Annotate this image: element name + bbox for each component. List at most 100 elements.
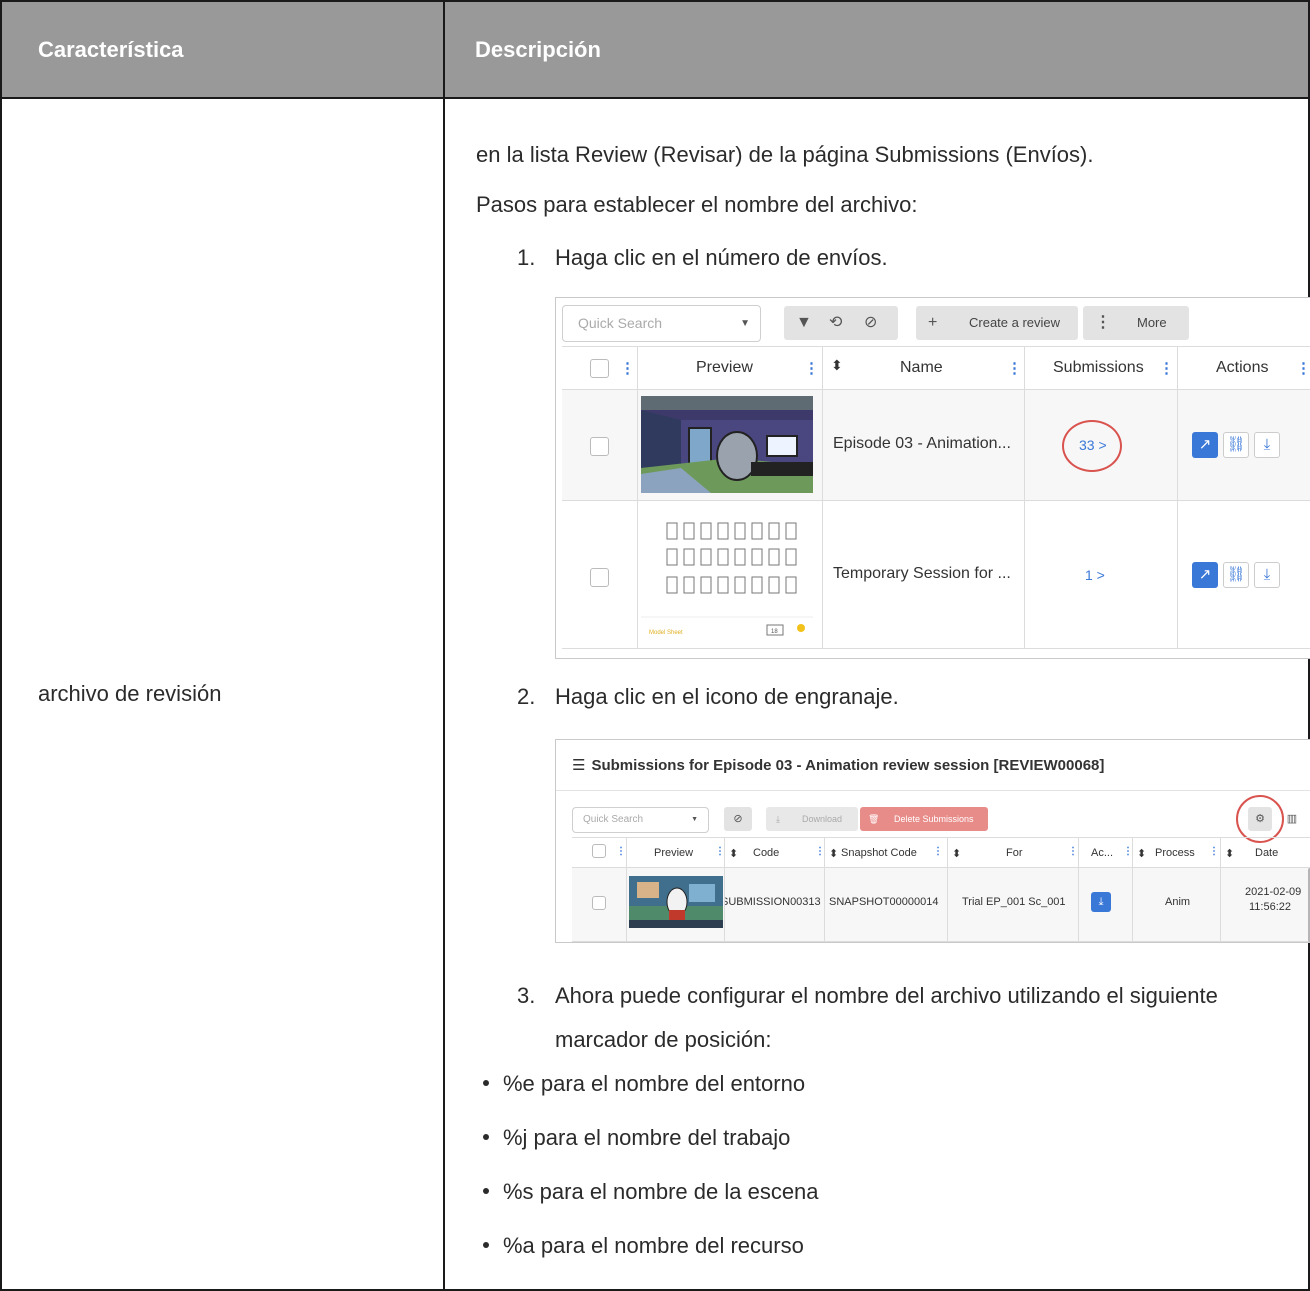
- review-list-screenshot: Quick Search ▼ ▼ ⟲ ⊘ + Create a review ⋮…: [555, 297, 1310, 659]
- code-header[interactable]: ⬍ Code ⋮: [725, 837, 825, 868]
- placeholder-description: %s para el nombre de la escena: [503, 1179, 819, 1204]
- dropdown-caret-icon[interactable]: ▼: [740, 306, 750, 341]
- column-menu-icon[interactable]: ⋮: [1209, 846, 1219, 857]
- select-all-checkbox[interactable]: [590, 359, 609, 378]
- table-row-select: [572, 868, 627, 942]
- list-item: %s para el nombre de la escena: [483, 1177, 819, 1207]
- table-row-2-preview: Model Sheet 18: [638, 501, 823, 649]
- column-menu-icon[interactable]: ⋮: [804, 359, 819, 377]
- table-row-process: Anim: [1133, 868, 1221, 942]
- sort-icon[interactable]: ⬍: [829, 847, 838, 860]
- step-text-continued: marcador de posición:: [555, 1027, 772, 1052]
- row-checkbox[interactable]: [590, 568, 609, 587]
- model-sheet-thumbnail[interactable]: Model Sheet 18: [641, 507, 813, 643]
- name-header[interactable]: ⬍ Name ⋮: [823, 346, 1025, 390]
- sort-icon[interactable]: ⬍: [1225, 847, 1234, 860]
- step-number: 1.: [517, 245, 536, 270]
- row-checkbox[interactable]: [590, 437, 609, 456]
- column-menu-icon[interactable]: ⋮: [1123, 846, 1133, 857]
- snapshot-header-label: Snapshot Code: [841, 847, 917, 859]
- submissions-count-link[interactable]: 1 >: [1085, 567, 1105, 583]
- preview-header-label: Preview: [696, 359, 753, 376]
- download-button[interactable]: ⤓ Download: [766, 807, 858, 831]
- dropdown-caret-icon[interactable]: ▼: [691, 808, 698, 832]
- sort-icon[interactable]: ⬍: [1137, 847, 1146, 860]
- sort-icon[interactable]: ⬍: [952, 847, 961, 860]
- preview-header[interactable]: Preview ⋮: [638, 346, 823, 390]
- feature-table: Característica Descripción archivo de re…: [0, 0, 1310, 1291]
- quick-search-input[interactable]: Quick Search ▼: [562, 305, 761, 342]
- sort-icon[interactable]: ⬍: [729, 847, 738, 860]
- column-menu-icon[interactable]: ⋮: [933, 846, 943, 857]
- steps-heading: Pasos para establecer el nombre del arch…: [476, 192, 918, 217]
- link-icon[interactable]: ⛓: [1223, 432, 1249, 458]
- open-external-icon[interactable]: ↗: [1192, 432, 1218, 458]
- select-all-header: ⋮: [572, 837, 627, 868]
- download-icon[interactable]: ⤓: [1091, 892, 1111, 912]
- clear-filter-button[interactable]: ⊘: [724, 807, 752, 831]
- divider: [556, 790, 1310, 791]
- more-button[interactable]: ⋮ More: [1083, 306, 1189, 340]
- model-sheet-label: Model Sheet: [649, 630, 683, 636]
- actions-header[interactable]: Actions ⋮: [1178, 346, 1310, 390]
- submission-thumbnail[interactable]: [629, 876, 723, 928]
- column-menu-icon[interactable]: ⋮: [1296, 359, 1310, 377]
- intro-text: en la lista Review (Revisar) de la págin…: [476, 142, 1094, 167]
- columns-button[interactable]: ▥: [1280, 807, 1304, 831]
- episode-thumbnail[interactable]: [641, 396, 813, 493]
- row-checkbox[interactable]: [592, 896, 606, 910]
- column-menu-icon[interactable]: ⋮: [616, 846, 626, 857]
- select-all-checkbox[interactable]: [592, 844, 606, 858]
- panel-title-text: Submissions for Episode 03 - Animation r…: [591, 757, 1105, 774]
- snapshot-code: SNAPSHOT00000014: [829, 896, 939, 908]
- date-header-label: Date: [1255, 847, 1279, 859]
- filter-icon[interactable]: ▼: [796, 306, 812, 340]
- preview-header-label: Preview: [654, 847, 694, 859]
- list-item: %j para el nombre del trabajo: [483, 1123, 790, 1153]
- preview-header[interactable]: Preview ⋮: [627, 837, 725, 868]
- column-menu-icon[interactable]: ⋮: [815, 846, 825, 857]
- table-row-2-name: Temporary Session for ...: [823, 501, 1025, 649]
- highlight-circle: [1236, 795, 1284, 843]
- process-header[interactable]: ⬍ Process ⋮: [1133, 837, 1221, 868]
- clear-filter-icon[interactable]: ⊘: [864, 306, 877, 340]
- refresh-icon[interactable]: ⟲: [829, 306, 842, 340]
- snapshot-header[interactable]: ⬍ Snapshot Code ⋮: [825, 837, 948, 868]
- submissions-grid: ⋮ Preview ⋮ ⬍ Code ⋮ ⬍ Snapshot Code ⋮ ⬍…: [572, 837, 1310, 942]
- header-description: Descripción: [443, 0, 1310, 99]
- placeholder-description: %e para el nombre del entorno: [503, 1071, 806, 1096]
- link-icon[interactable]: ⛓: [1223, 562, 1249, 588]
- for-header[interactable]: ⬍ For ⋮: [948, 837, 1079, 868]
- submissions-header[interactable]: Submissions ⋮: [1025, 346, 1178, 390]
- download-icon[interactable]: ⤓: [1254, 432, 1280, 458]
- review-name[interactable]: Episode 03 - Animation...: [833, 435, 1011, 453]
- quick-search-input[interactable]: Quick Search ▼: [572, 807, 709, 833]
- review-grid: ⋮ Preview ⋮ ⬍ Name ⋮ Submissions ⋮ Actio…: [562, 346, 1310, 658]
- table-row-1-submissions: 33 >: [1025, 390, 1178, 501]
- bullet-icon: [483, 1134, 489, 1141]
- column-menu-icon[interactable]: ⋮: [1007, 359, 1022, 377]
- column-menu-icon[interactable]: ⋮: [1159, 359, 1174, 377]
- create-review-button[interactable]: + Create a review: [916, 306, 1078, 340]
- review-name[interactable]: Temporary Session for ...: [833, 565, 1011, 583]
- table-row-code: SUBMISSION00313: [725, 868, 825, 942]
- column-menu-icon[interactable]: ⋮: [620, 359, 635, 377]
- submission-time: 11:56:22: [1249, 901, 1292, 913]
- plus-icon: +: [928, 314, 938, 331]
- list-item: %a para el nombre del recurso: [483, 1231, 804, 1261]
- submission-for: Trial EP_001 Sc_001: [962, 896, 1066, 908]
- column-menu-icon[interactable]: ⋮: [1068, 846, 1078, 857]
- submission-date: 2021-02-09: [1245, 886, 1302, 898]
- date-header[interactable]: ⬍ Date: [1221, 837, 1310, 868]
- placeholder-description: %j para el nombre del trabajo: [503, 1125, 791, 1150]
- download-icon[interactable]: ⤓: [1254, 562, 1280, 588]
- actions-header[interactable]: Ac... ⋮: [1079, 837, 1133, 868]
- table-row-1-preview: [638, 390, 823, 501]
- delete-submissions-button[interactable]: 🗑 Delete Submissions: [860, 807, 988, 831]
- bullet-icon: [483, 1188, 489, 1195]
- sort-icon[interactable]: ⬍: [831, 357, 843, 374]
- open-external-icon[interactable]: ↗: [1192, 562, 1218, 588]
- column-menu-icon[interactable]: ⋮: [715, 846, 725, 857]
- table-row-date: 2021-02-09 11:56:22: [1221, 868, 1310, 942]
- for-header-label: For: [1006, 847, 1023, 859]
